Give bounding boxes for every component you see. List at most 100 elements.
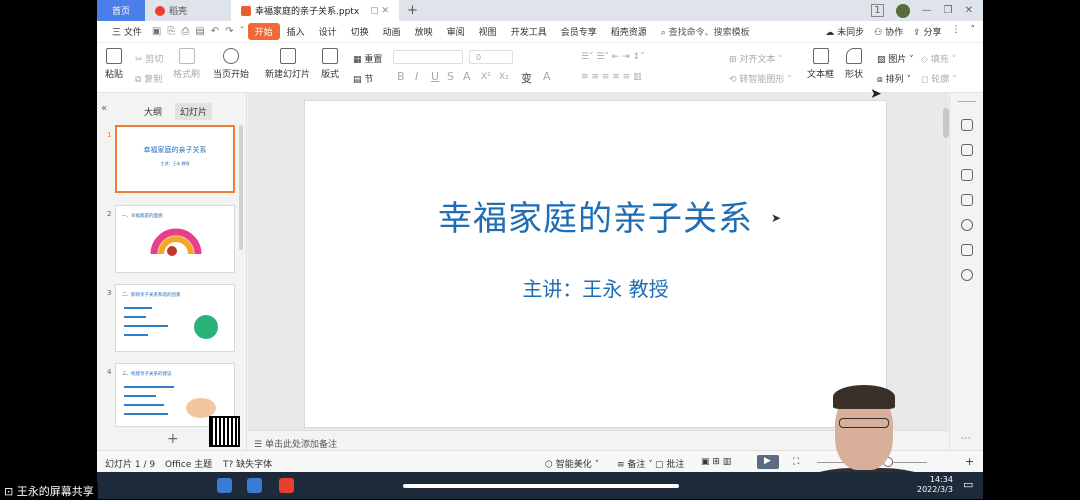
font-color-button[interactable]: A (543, 70, 551, 83)
subscript-button[interactable]: X₂ (499, 72, 509, 82)
view-mode-buttons[interactable]: ▣ ⊞ ▥ (701, 457, 731, 467)
menu-transition[interactable]: 切换 (344, 25, 376, 38)
text-shadow-button[interactable]: A (463, 70, 471, 83)
tab-bar: 首页 稻壳 幸福家庭的亲子关系.pptx ▢ ✕ + 1 — ❐ ✕ (97, 0, 983, 21)
paste-button[interactable]: 粘贴 (105, 48, 123, 80)
picture-button[interactable]: ▨ 图片 ˅ (877, 52, 914, 65)
theme-name[interactable]: Office 主题 (165, 457, 212, 470)
fill-button[interactable]: ◇ 填充 ˅ (921, 52, 956, 65)
thumb-number: 3 (107, 289, 112, 297)
notes-button[interactable]: ≡ 备注 ˅ (617, 457, 653, 470)
thumb-bullet (124, 325, 168, 327)
align-text-button[interactable]: ⊞ 对齐文本 ˅ (729, 52, 783, 65)
dropdown-icon[interactable]: ˅ (237, 26, 248, 37)
format-painter-button[interactable]: 格式刷 (173, 48, 200, 80)
tab-home[interactable]: 首页 (97, 0, 145, 21)
clock-time: 14:34 (929, 475, 953, 484)
wps-taskbar-icon[interactable] (279, 478, 294, 493)
outline-button[interactable]: ◻ 轮廓 ˅ (921, 72, 957, 85)
backup-icon[interactable] (961, 244, 973, 256)
beautify-button[interactable]: ⬡ 智能美化 ˅ (545, 457, 599, 470)
menu-member[interactable]: 会员专享 (554, 25, 604, 38)
avatar[interactable] (895, 3, 910, 18)
new-tab-button[interactable]: + (399, 0, 426, 21)
missing-font-button[interactable]: T? 缺失字体 (223, 457, 272, 470)
new-slide-button[interactable]: 新建幻灯片 (265, 48, 310, 80)
close-tab-icon[interactable]: ▢ ✕ (370, 6, 389, 16)
collapse-ribbon-icon[interactable]: ˄ (971, 25, 976, 38)
menu-slideshow[interactable]: 放映 (408, 25, 440, 38)
strikethrough-button[interactable]: S (447, 70, 454, 83)
arrange-button[interactable]: ⧈ 排列 ˅ (877, 72, 911, 85)
close-window-icon[interactable]: ✕ (965, 5, 973, 16)
collapse-panel-icon[interactable]: « (101, 103, 107, 114)
location-icon[interactable] (961, 269, 973, 281)
thumb-bullet (124, 316, 146, 318)
paragraph-align-buttons[interactable]: ≡ ≡ ≡ ≡ ≡ ▥ (581, 72, 642, 82)
collaborate-button[interactable]: ⚇ 协作 (874, 25, 903, 38)
notes-placeholder: 单击此处添加备注 (264, 440, 337, 450)
shape-button[interactable]: 形状 (845, 48, 863, 80)
style-icon[interactable] (961, 119, 973, 131)
adjust-icon[interactable] (961, 144, 973, 156)
superscript-button[interactable]: X² (481, 72, 491, 82)
current-slide[interactable]: 幸福家庭的亲子关系 主讲：王永 教授 ➤ (304, 100, 887, 428)
copy-button[interactable]: ⧉ 复制 (135, 72, 162, 85)
tab-daoke[interactable]: 稻壳 (145, 0, 231, 21)
undo-icon[interactable]: ↶ (208, 26, 222, 37)
export-icon[interactable]: ⎘ (164, 26, 178, 37)
italic-button[interactable]: I (415, 70, 418, 83)
underline-button[interactable]: U (431, 70, 439, 83)
list-buttons[interactable]: ☰˅ ☰˅ ⇤ ⇥ ↕˅ (581, 52, 645, 62)
taskbar-app-icon[interactable] (217, 478, 232, 493)
comment-button[interactable]: ▢ 批注 (655, 457, 684, 470)
home-indicator[interactable] (403, 484, 679, 488)
share-button[interactable]: ⇪ 分享 (913, 25, 941, 38)
save-icon[interactable]: ▣ (149, 26, 164, 37)
add-slide-button[interactable]: + (167, 431, 179, 447)
taskbar-app-icon[interactable] (247, 478, 262, 493)
font-size-select[interactable]: 0 (469, 50, 513, 64)
bold-button[interactable]: B (397, 70, 405, 83)
restore-icon[interactable]: ❐ (944, 5, 953, 16)
cut-button[interactable]: ✂ 剪切 (135, 52, 163, 65)
redo-icon[interactable]: ↷ (222, 26, 236, 37)
animation-icon[interactable] (961, 169, 973, 181)
menu-view[interactable]: 视图 (472, 25, 504, 38)
tab-outline[interactable]: 大纲 (139, 103, 167, 120)
panel-scrollbar[interactable] (239, 125, 243, 250)
menu-design[interactable]: 设计 (312, 25, 344, 38)
menu-animation[interactable]: 动画 (376, 25, 408, 38)
reset-button[interactable]: ▦ 重置 (353, 52, 382, 65)
search-command[interactable]: ⌕ 查找命令、搜索模板 (654, 25, 757, 38)
menu-developer[interactable]: 开发工具 (504, 25, 554, 38)
menu-insert[interactable]: 插入 (280, 25, 312, 38)
minimize-icon[interactable]: — (922, 5, 932, 16)
menu-start[interactable]: 开始 (247, 23, 280, 40)
layout-button[interactable]: 版式 (321, 48, 339, 80)
section-button[interactable]: ▤ 节 (353, 72, 373, 85)
font-family-select[interactable] (393, 50, 463, 64)
menu-review[interactable]: 审阅 (440, 25, 472, 38)
print-icon[interactable]: ⎙ (178, 26, 192, 37)
more-icon[interactable]: ⋮ (952, 25, 961, 38)
smart-art-button[interactable]: ⟲ 转智能图形 ˅ (729, 72, 792, 85)
transition-icon[interactable] (961, 194, 973, 206)
notification-icon[interactable]: ▭ (963, 478, 973, 491)
tab-document[interactable]: 幸福家庭的亲子关系.pptx ▢ ✕ (231, 0, 399, 21)
menu-file[interactable]: 三 文件 (105, 25, 149, 38)
slide-subtitle[interactable]: 主讲：王永 教授 (305, 273, 886, 302)
sync-status[interactable]: ☁ 未同步 (825, 25, 864, 38)
slide-thumb-2[interactable]: 一、幸福家庭的面貌 (115, 205, 235, 273)
change-case-button[interactable]: 变 (521, 70, 532, 86)
slide-thumb-1[interactable]: 幸福家庭的亲子关系 主讲：王永 教授 (115, 125, 235, 193)
help-icon[interactable] (961, 219, 973, 231)
slide-thumb-3[interactable]: 二、影响亲子关系和谐的因素 (115, 284, 235, 352)
menu-daoke-resources[interactable]: 稻壳资源 (604, 25, 654, 38)
textbox-button[interactable]: 文本框 (807, 48, 834, 80)
tab-slides[interactable]: 幻灯片 (175, 103, 213, 120)
preview-icon[interactable]: ▤ (192, 26, 207, 37)
slideshow-play-button[interactable]: ▶ (757, 455, 779, 469)
play-from-current-button[interactable]: 当页开始 (213, 48, 249, 80)
slide-title[interactable]: 幸福家庭的亲子关系 (305, 191, 886, 240)
